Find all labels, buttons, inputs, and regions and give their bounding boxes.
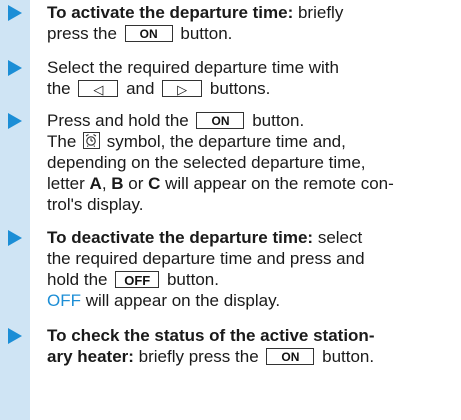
on-button-key: ON (266, 348, 315, 366)
step-select-time: Select the required departure time with … (8, 57, 455, 99)
triangle-bullet-icon (8, 328, 22, 344)
step-deactivate: To deactivate the departure time: select… (8, 227, 455, 311)
step-line: letter A, B or C will appear on the remo… (47, 174, 394, 193)
letter-a: A (89, 174, 102, 193)
letter-c: C (148, 174, 161, 193)
triangle-bullet-icon (8, 5, 22, 21)
triangle-bullet-icon (8, 60, 22, 76)
step-heading: To deactivate the departure time: (47, 228, 314, 247)
letter-b: B (111, 174, 124, 193)
step-line: the ◁ and ▷ buttons. (47, 79, 271, 98)
step-line: Select the required departure time with (47, 58, 339, 77)
step-line: OFF will appear on the display. (47, 291, 281, 310)
on-button-key: ON (124, 25, 173, 43)
step-line: The symbol, the departure time and, (47, 132, 346, 151)
step-line: depending on the selected departure time… (47, 153, 366, 172)
right-button-key: ▷ (162, 80, 203, 98)
step-line: hold the OFF button. (47, 270, 219, 289)
step-line: To deactivate the departure time: select (47, 228, 363, 247)
step-press-hold: Press and hold the ON button. The symbol… (8, 110, 455, 215)
display-off-text: OFF (47, 291, 81, 310)
step-line: Press and hold the ON button. (47, 111, 305, 130)
step-heading: To check the status of the active statio… (47, 326, 375, 345)
on-button-key: ON (196, 112, 245, 130)
left-button-key: ◁ (78, 80, 119, 98)
step-line: To activate the departure time: briefly (47, 3, 344, 22)
step-heading: To activate the departure time: (47, 3, 294, 22)
triangle-bullet-icon (8, 230, 22, 246)
step-check-status: To check the status of the active statio… (8, 325, 455, 367)
step-line: To check the status of the active statio… (47, 325, 455, 346)
step-line: ary heater: briefly press the ON button. (47, 347, 375, 366)
off-button-key: OFF (115, 271, 160, 289)
step-line: trol's display. (47, 195, 144, 214)
triangle-bullet-icon (8, 113, 22, 129)
step-line: the required departure time and press an… (47, 249, 365, 268)
step-line: press the ON button. (47, 24, 233, 43)
step-activate: To activate the departure time: briefly … (8, 2, 455, 44)
clock-timer-icon (83, 132, 101, 150)
